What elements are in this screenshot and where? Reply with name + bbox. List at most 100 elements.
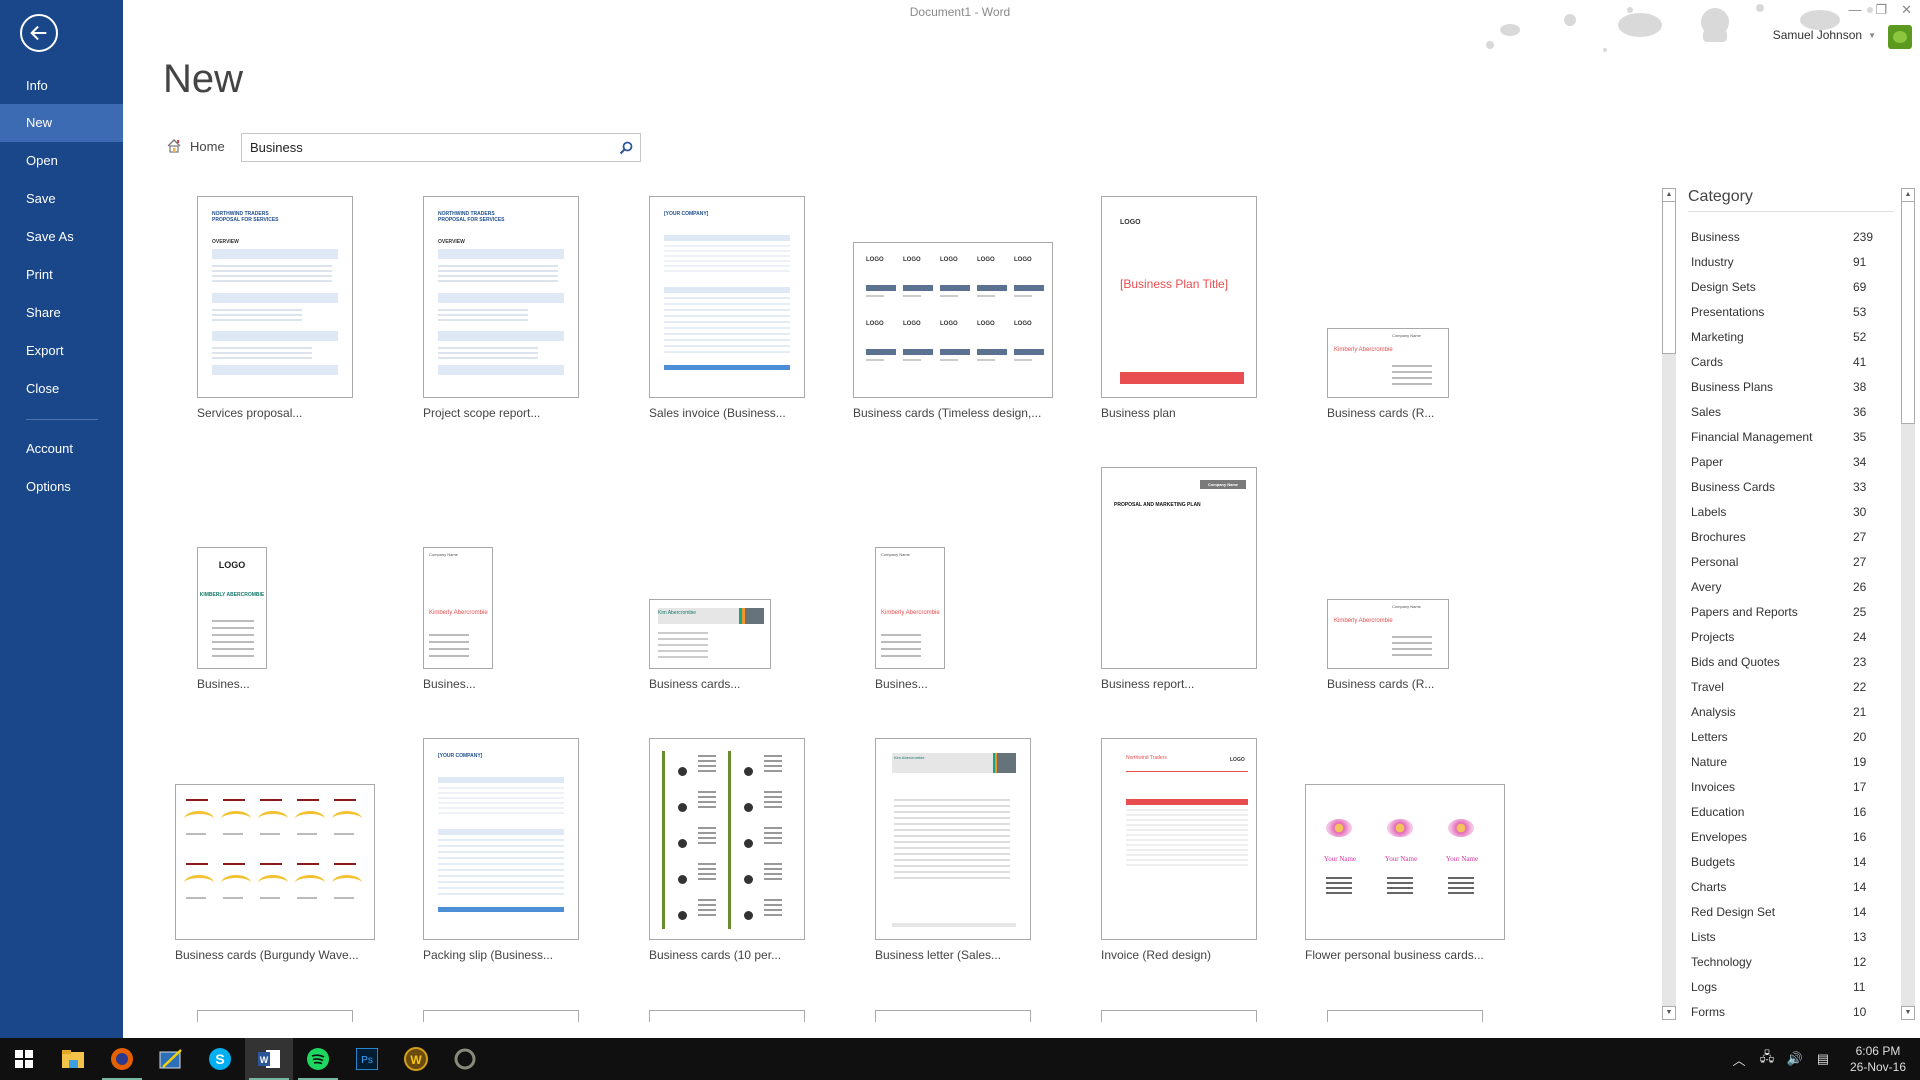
sidebar-item-close[interactable]: Close — [0, 370, 123, 408]
template-thumbnail[interactable]: [YOUR COMPANY] — [649, 196, 805, 398]
category-item[interactable]: Forms 10 — [1691, 999, 1881, 1024]
category-item[interactable]: Envelopes 16 — [1691, 824, 1881, 849]
template-thumbnail[interactable]: [YOUR COMPANY] — [423, 738, 579, 940]
taskbar-firefox[interactable] — [98, 1038, 146, 1080]
volume-icon[interactable]: 🔊 — [1784, 1051, 1806, 1067]
category-item[interactable]: Cards 41 — [1691, 349, 1881, 374]
category-item[interactable]: Logs 11 — [1691, 974, 1881, 999]
template-thumbnail[interactable]: Company Name Kimberly Abercrombie — [875, 547, 945, 669]
sidebar-item-new[interactable]: New — [0, 104, 123, 142]
sidebar-item-options[interactable]: Options — [0, 468, 123, 506]
category-item[interactable]: Financial Management 35 — [1691, 424, 1881, 449]
taskbar-clock[interactable]: 6:06 PM 26-Nov-16 — [1850, 1043, 1906, 1075]
template-thumbnail[interactable] — [1101, 1010, 1257, 1022]
template-thumbnail[interactable]: NORTHWIND TRADERS PROPOSAL FOR SERVICES OV… — [423, 196, 579, 398]
template-thumbnail[interactable] — [423, 1010, 579, 1022]
minimize-button[interactable]: — — [1848, 2, 1861, 18]
template-thumbnail[interactable] — [649, 1010, 805, 1022]
template-thumbnail[interactable] — [175, 784, 375, 940]
template-thumbnail[interactable]: LOGO LOGO LOGO LOGO LOGO LOGO LOGO LOGO LOGO LOGO — [853, 242, 1053, 398]
sidebar-item-open[interactable]: Open — [0, 142, 123, 180]
scroll-down-button[interactable]: ▼ — [1662, 1006, 1676, 1020]
category-item[interactable]: Letters 20 — [1691, 724, 1881, 749]
scroll-down-button[interactable]: ▼ — [1901, 1006, 1915, 1020]
category-item[interactable]: Industry 91 — [1691, 249, 1881, 274]
template-thumbnail[interactable]: Company Name Kimberly Abercrombie — [423, 547, 493, 669]
taskbar-word[interactable]: W — [245, 1038, 293, 1080]
start-button[interactable] — [0, 1038, 48, 1080]
search-input[interactable] — [242, 134, 612, 161]
template-thumbnail[interactable] — [649, 738, 805, 940]
template-thumbnail[interactable]: Company Name PROPOSAL AND MARKETING PLAN — [1101, 467, 1257, 669]
template-thumbnail[interactable]: LOGO [Business Plan Title] — [1101, 196, 1257, 398]
category-item[interactable]: Papers and Reports 25 — [1691, 599, 1881, 624]
taskbar-spotify[interactable] — [294, 1038, 342, 1080]
sidebar-item-save[interactable]: Save — [0, 180, 123, 218]
template-thumbnail[interactable]: LOGO KIMBERLY ABERCROMBIE — [197, 547, 267, 669]
template-thumbnail[interactable]: Kimberly Abercrombie Company Name — [1327, 599, 1449, 669]
scrollbar-thumb[interactable] — [1662, 202, 1676, 354]
taskbar-file-explorer[interactable] — [49, 1038, 97, 1080]
template-thumbnail[interactable]: Your Name Your Name Your Name — [1305, 784, 1505, 940]
template-thumbnail[interactable] — [1327, 1010, 1483, 1022]
taskbar-sketch-app[interactable] — [147, 1038, 195, 1080]
template-thumbnail[interactable] — [197, 1010, 353, 1022]
category-item[interactable]: Paper 34 — [1691, 449, 1881, 474]
category-item[interactable]: Travel 22 — [1691, 674, 1881, 699]
category-item[interactable]: Red Design Set 14 — [1691, 899, 1881, 924]
category-item[interactable]: Technology 12 — [1691, 949, 1881, 974]
template-thumbnail[interactable]: Kimberly Abercrombie Company Name — [1327, 328, 1449, 398]
category-scrollbar[interactable]: ▲ ▼ — [1901, 188, 1915, 1020]
category-item[interactable]: Business Plans 38 — [1691, 374, 1881, 399]
category-item[interactable]: Personal 27 — [1691, 549, 1881, 574]
category-item[interactable]: Business 239 — [1691, 224, 1881, 249]
sidebar-item-info[interactable]: Info — [0, 67, 123, 105]
category-item[interactable]: Invoices 17 — [1691, 774, 1881, 799]
sidebar-item-save-as[interactable]: Save As — [0, 218, 123, 256]
home-link[interactable]: Home — [166, 138, 225, 154]
taskbar-elder-scrolls-online[interactable] — [441, 1038, 489, 1080]
network-icon[interactable]: 🖧 — [1756, 1048, 1778, 1070]
chevron-up-icon[interactable]: ︿ — [1728, 1050, 1750, 1069]
account-menu[interactable]: Samuel Johnson ▼ — [1773, 28, 1876, 42]
category-item[interactable]: Nature 19 — [1691, 749, 1881, 774]
template-thumbnail[interactable]: Kim Abercrombie — [649, 599, 771, 669]
category-item[interactable]: Budgets 14 — [1691, 849, 1881, 874]
taskbar-world-of-warcraft[interactable]: W — [392, 1038, 440, 1080]
template-thumbnail[interactable]: NORTHWIND TRADERS PROPOSAL FOR SERVICES OV… — [197, 196, 353, 398]
category-item[interactable]: Marketing 52 — [1691, 324, 1881, 349]
category-item[interactable]: Presentations 53 — [1691, 299, 1881, 324]
close-button[interactable]: ✕ — [1901, 2, 1912, 18]
category-item[interactable]: Education 16 — [1691, 799, 1881, 824]
category-item[interactable]: Charts 14 — [1691, 874, 1881, 899]
template-thumbnail[interactable]: Invoice 0012 Northwind Traders LOGO — [1101, 738, 1257, 940]
category-item[interactable]: Avery 26 — [1691, 574, 1881, 599]
category-item[interactable]: Business Cards 33 — [1691, 474, 1881, 499]
template-label: Business cards (Burgundy Wave... — [175, 948, 359, 962]
category-item[interactable]: Labels 30 — [1691, 499, 1881, 524]
category-item[interactable]: Bids and Quotes 23 — [1691, 649, 1881, 674]
category-item[interactable]: Design Sets 69 — [1691, 274, 1881, 299]
restore-button[interactable]: ❐ — [1875, 2, 1887, 18]
search-button[interactable] — [612, 134, 640, 161]
scroll-up-button[interactable]: ▲ — [1662, 188, 1676, 202]
taskbar-skype[interactable]: S — [196, 1038, 244, 1080]
sidebar-item-print[interactable]: Print — [0, 256, 123, 294]
gallery-scrollbar[interactable]: ▲ ▼ — [1662, 188, 1676, 1020]
scrollbar-thumb[interactable] — [1901, 202, 1915, 424]
taskbar-photoshop[interactable]: Ps — [343, 1038, 391, 1080]
category-item[interactable]: Brochures 27 — [1691, 524, 1881, 549]
back-button[interactable] — [20, 14, 58, 52]
category-item[interactable]: Sales 36 — [1691, 399, 1881, 424]
sidebar-item-share[interactable]: Share — [0, 294, 123, 332]
category-item[interactable]: Analysis 21 — [1691, 699, 1881, 724]
category-item[interactable]: Projects 24 — [1691, 624, 1881, 649]
template-thumbnail[interactable]: Kim Abercrombie — [875, 738, 1031, 940]
category-item[interactable]: Lists 13 — [1691, 924, 1881, 949]
sidebar-item-export[interactable]: Export — [0, 332, 123, 370]
avatar[interactable] — [1888, 25, 1912, 49]
scroll-up-button[interactable]: ▲ — [1901, 188, 1915, 202]
template-thumbnail[interactable] — [875, 1010, 1031, 1022]
sidebar-item-account[interactable]: Account — [0, 430, 123, 468]
action-center-icon[interactable]: ▤ — [1812, 1051, 1834, 1067]
